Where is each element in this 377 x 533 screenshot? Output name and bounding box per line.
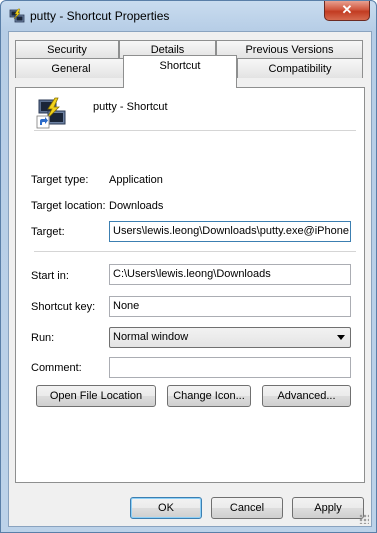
resize-grip-icon[interactable] xyxy=(359,514,369,524)
dialog-client-area: Security Details Previous Versions Gener… xyxy=(8,31,372,527)
separator xyxy=(34,130,356,131)
ok-button[interactable]: OK xyxy=(130,497,202,519)
tab-shortcut[interactable]: Shortcut xyxy=(123,55,237,88)
open-file-location-button[interactable]: Open File Location xyxy=(36,385,156,407)
chevron-down-icon xyxy=(337,335,345,340)
putty-shortcut-icon xyxy=(36,97,66,129)
shortcut-name: putty - Shortcut xyxy=(93,101,168,113)
target-label: Target: xyxy=(31,226,65,238)
comment-label: Comment: xyxy=(31,362,82,374)
putty-app-icon xyxy=(9,8,25,23)
advanced-button[interactable]: Advanced... xyxy=(262,385,351,407)
separator xyxy=(34,251,356,252)
tab-compatibility[interactable]: Compatibility xyxy=(237,58,363,78)
target-location-label: Target location: xyxy=(31,200,106,212)
cancel-button[interactable]: Cancel xyxy=(211,497,283,519)
apply-button[interactable]: Apply xyxy=(292,497,364,519)
run-select[interactable]: Normal window xyxy=(109,327,351,348)
close-icon: ✕ xyxy=(341,2,353,17)
start-in-label: Start in: xyxy=(31,270,69,282)
properties-window: putty - Shortcut Properties ✕ Security D… xyxy=(0,0,377,533)
tab-general[interactable]: General xyxy=(15,58,127,78)
window-title: putty - Shortcut Properties xyxy=(30,9,170,23)
title-bar[interactable]: putty - Shortcut Properties ✕ xyxy=(1,1,376,31)
run-label: Run: xyxy=(31,332,55,344)
shortcut-tab-panel: putty - Shortcut Target type: Applicatio… xyxy=(15,87,365,483)
start-in-field[interactable]: C:\Users\lewis.leong\Downloads xyxy=(109,264,351,285)
change-icon-button[interactable]: Change Icon... xyxy=(167,385,251,407)
target-field[interactable]: Users\lewis.leong\Downloads\putty.exe@iP… xyxy=(109,221,351,242)
shortcut-key-field[interactable]: None xyxy=(109,296,351,317)
target-type-label: Target type: xyxy=(31,174,89,186)
tab-previous-versions[interactable]: Previous Versions xyxy=(216,40,363,58)
shortcut-key-label: Shortcut key: xyxy=(31,301,96,313)
close-button[interactable]: ✕ xyxy=(324,1,370,21)
target-location-value: Downloads xyxy=(109,200,164,212)
comment-field[interactable] xyxy=(109,357,351,378)
tab-security[interactable]: Security xyxy=(15,40,119,58)
target-type-value: Application xyxy=(109,174,163,186)
